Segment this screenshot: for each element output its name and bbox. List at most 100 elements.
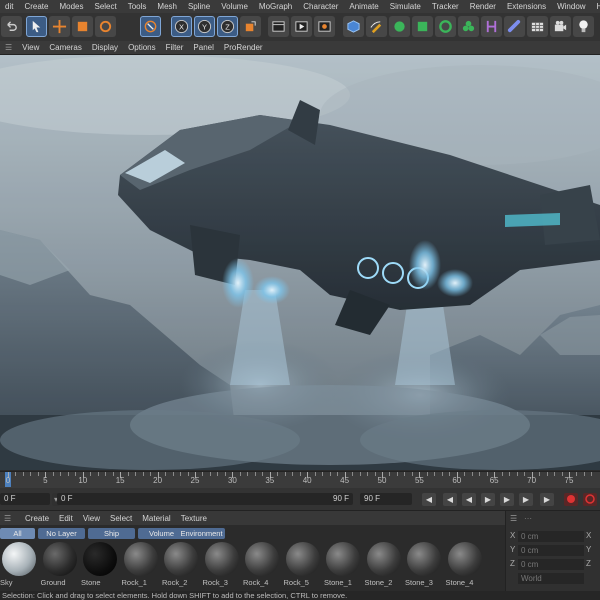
camera-icon-2[interactable] (550, 16, 571, 37)
render-region-icon[interactable] (268, 16, 289, 37)
coord-y-field[interactable]: 0 cm (518, 545, 584, 556)
deformer-icon[interactable] (458, 16, 479, 37)
light-icon[interactable] (573, 16, 594, 37)
material-swatch[interactable]: Rock_2 (162, 540, 200, 590)
go-to-end-icon[interactable]: ▶ (540, 493, 554, 506)
select-arrow-icon[interactable] (26, 16, 47, 37)
menu-item-volume[interactable]: Volume (216, 2, 254, 11)
layer-tab-no-layer[interactable]: No Layer (38, 528, 85, 539)
render-view-icon[interactable] (291, 16, 312, 37)
cube-icon[interactable] (343, 16, 364, 37)
live-select-icon[interactable] (140, 16, 161, 37)
viewport-menu-view[interactable]: View (17, 43, 44, 52)
viewport-menu-cameras[interactable]: Cameras (44, 43, 86, 52)
material-menu-icon[interactable]: ☰ (0, 514, 20, 523)
layer-tab-ship[interactable]: Ship (88, 528, 135, 539)
coordinates-menu-icon[interactable]: ☰ (510, 514, 517, 523)
menu-item-mograph[interactable]: MoGraph (254, 2, 298, 11)
material-swatch[interactable]: Stone_2 (365, 540, 403, 590)
menu-item-render[interactable]: Render (465, 2, 502, 11)
menu-item-extensions[interactable]: Extensions (502, 2, 552, 11)
field-icon[interactable] (481, 16, 502, 37)
previous-frame-icon[interactable]: ◀ (462, 493, 476, 506)
material-menu-material[interactable]: Material (137, 514, 175, 523)
material-preview (447, 542, 482, 576)
x-axis-icon[interactable]: X (171, 16, 192, 37)
material-swatch[interactable]: Rock_3 (203, 540, 241, 590)
coord-x-field[interactable]: 0 cm (518, 531, 584, 542)
viewport-menu-display[interactable]: Display (87, 43, 123, 52)
cloner-icon[interactable] (412, 16, 433, 37)
menu-item-help[interactable]: Help (592, 2, 600, 11)
menu-item-window[interactable]: Window (552, 2, 591, 11)
menu-item-simulate[interactable]: Simulate (385, 2, 427, 11)
material-menu-view[interactable]: View (78, 514, 105, 523)
next-frame-icon[interactable]: ▶ (500, 493, 514, 506)
autokey-icon[interactable] (583, 493, 597, 506)
menu-item-mesh[interactable]: Mesh (152, 2, 183, 11)
timeline-tick-label: 70 (527, 476, 537, 485)
material-swatch[interactable]: Ground (41, 540, 79, 590)
menu-item-modes[interactable]: Modes (54, 2, 89, 11)
menu-item-tracker[interactable]: Tracker (427, 2, 465, 11)
render-settings-icon[interactable] (314, 16, 335, 37)
menu-item-spline[interactable]: Spline (183, 2, 216, 11)
timeline-tick (142, 472, 144, 476)
material-swatch[interactable]: Rock_1 (122, 540, 160, 590)
viewport-menu-filter[interactable]: Filter (161, 43, 189, 52)
viewport-menu-options[interactable]: Options (123, 43, 161, 52)
material-swatch[interactable]: Rock_4 (243, 540, 281, 590)
material-name: Stone_1 (324, 578, 352, 587)
coordinates-more-icon[interactable]: ⋯ (524, 514, 532, 523)
viewport-menu-prorender[interactable]: ProRender (219, 43, 268, 52)
menu-item-animate[interactable]: Animate (344, 2, 384, 11)
y-axis-icon[interactable]: Y (194, 16, 215, 37)
material-list: Sky Ground Stone Rock_1 Rock_2 Rock_3 Rock_4 Ro… (0, 540, 505, 590)
current-frame-field[interactable]: 0 F (0, 493, 50, 505)
menu-item-tools[interactable]: Tools (123, 2, 153, 11)
pen-icon[interactable] (366, 16, 387, 37)
viewport-menu-icon[interactable]: ☰ (0, 43, 17, 52)
coordinate-mode-dropdown[interactable]: World (518, 573, 584, 584)
menu-item-select[interactable]: Select (89, 2, 122, 11)
array-icon[interactable] (435, 16, 456, 37)
material-menu-select[interactable]: Select (105, 514, 137, 523)
end-frame-field[interactable]: 90 F (360, 493, 412, 505)
undo-icon[interactable] (1, 16, 22, 37)
camera-icon[interactable] (527, 16, 548, 37)
material-swatch[interactable]: Stone_4 (446, 540, 484, 590)
menu-item-character[interactable]: Character (298, 2, 344, 11)
timeline-tick (314, 472, 316, 476)
material-menu-create[interactable]: Create (20, 514, 54, 523)
timeline-tick (389, 472, 391, 476)
record-icon[interactable] (564, 493, 578, 506)
material-menu-edit[interactable]: Edit (54, 514, 78, 523)
material-menu-texture[interactable]: Texture (176, 514, 212, 523)
coord-z-field[interactable]: 0 cm (518, 559, 584, 570)
layer-tab-environment[interactable]: Environment (178, 528, 225, 539)
floor-icon[interactable] (504, 16, 525, 37)
timeline-ruler[interactable]: 0 5 10 15 20 25 30 35 40 45 50 55 60 65 70 75 (0, 471, 600, 488)
move-icon[interactable] (49, 16, 70, 37)
menu-item-create[interactable]: Create (19, 2, 54, 11)
material-swatch[interactable]: Stone_3 (405, 540, 443, 590)
previous-key-icon[interactable]: ◀ (443, 493, 457, 506)
material-swatch[interactable]: Rock_5 (284, 540, 322, 590)
preview-range-start-field[interactable]: 0 F (57, 493, 353, 505)
coordinate-system-icon[interactable] (240, 16, 261, 37)
go-to-start-icon[interactable]: ◀​ (422, 493, 436, 506)
scale-icon[interactable] (72, 16, 93, 37)
menu-item-dit[interactable]: dit (0, 2, 19, 11)
material-swatch[interactable]: Stone (81, 540, 119, 590)
viewport-menu-panel[interactable]: Panel (188, 43, 218, 52)
material-swatch[interactable]: Stone_1 (324, 540, 362, 590)
rotate-icon[interactable] (95, 16, 116, 37)
material-swatch[interactable]: Sky (0, 540, 38, 590)
subdivision-icon[interactable] (389, 16, 410, 37)
layer-tab-all[interactable]: All (0, 528, 35, 539)
next-key-icon[interactable]: ▶ (519, 493, 533, 506)
z-axis-icon[interactable]: Z (217, 16, 238, 37)
viewport-menubar: ☰ View Cameras Display Options Filter Panel Pr… (0, 41, 600, 55)
play-icon[interactable]: ▶ (481, 493, 495, 506)
viewport-3d[interactable] (0, 55, 600, 470)
